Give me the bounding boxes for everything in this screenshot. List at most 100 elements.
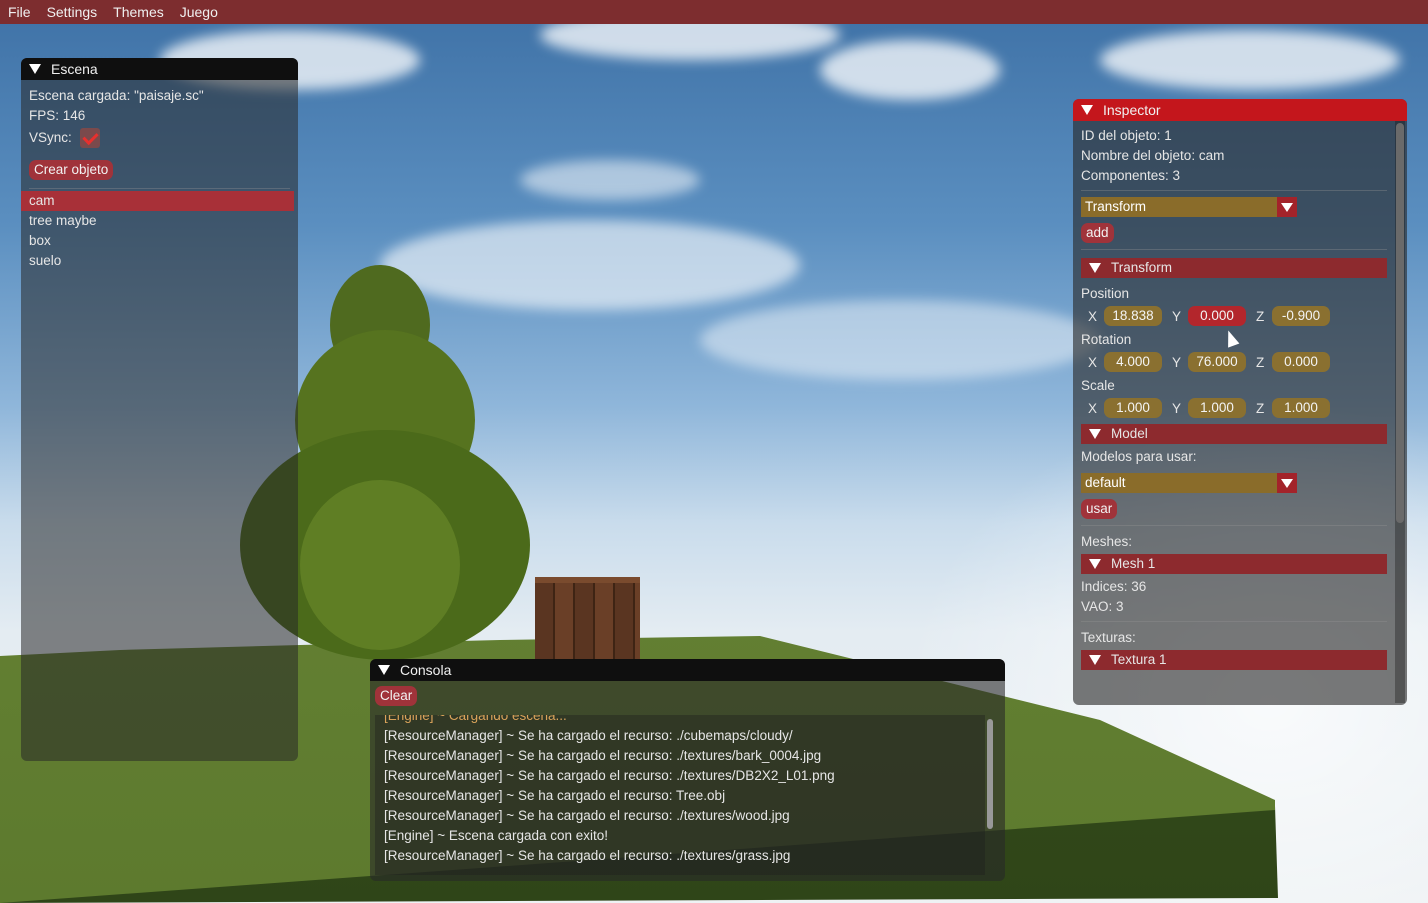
- textures-label: Texturas:: [1081, 630, 1136, 645]
- wood-box: [535, 577, 640, 662]
- object-name-label: Nombre del objeto: cam: [1081, 148, 1225, 163]
- collapse-icon[interactable]: [378, 665, 390, 675]
- transform-header-label: Transform: [1111, 260, 1173, 275]
- log-line: [ResourceManager] ~ Se ha cargado el rec…: [384, 768, 835, 783]
- console-title-bar[interactable]: Consola: [370, 659, 1005, 681]
- separator: [29, 188, 290, 189]
- scale-z-field[interactable]: 1.000: [1272, 398, 1330, 418]
- separator: [1081, 249, 1387, 250]
- scale-vector: X 1.000 Y 1.000 Z 1.000: [1073, 396, 1407, 420]
- log-line: [ResourceManager] ~ Se ha cargado el rec…: [384, 728, 793, 743]
- axis-z-label: Z: [1256, 354, 1265, 370]
- menu-themes[interactable]: Themes: [105, 4, 172, 20]
- axis-x-label: X: [1088, 308, 1098, 324]
- menu-bar: File Settings Themes Juego: [0, 0, 1428, 24]
- collapse-icon: [1089, 559, 1101, 569]
- fps-label: FPS: 146: [29, 108, 86, 123]
- object-id-label: ID del objeto: 1: [1081, 128, 1172, 143]
- model-header[interactable]: Model: [1081, 424, 1387, 444]
- axis-x-label: X: [1088, 400, 1098, 416]
- mesh-header[interactable]: Mesh 1: [1081, 554, 1387, 574]
- position-z-field[interactable]: -0.900: [1272, 306, 1330, 326]
- object-list-item[interactable]: cam: [21, 191, 294, 211]
- model-select-value: default: [1081, 473, 1277, 493]
- models-label: Modelos para usar:: [1081, 449, 1197, 464]
- escena-title-bar[interactable]: Escena: [21, 58, 298, 80]
- model-header-label: Model: [1111, 426, 1148, 441]
- cloud: [380, 220, 800, 310]
- scale-x-field[interactable]: 1.000: [1104, 398, 1162, 418]
- log-line: [Engine] ~ Escena cargada con exito!: [384, 828, 609, 843]
- cloud: [700, 300, 1100, 380]
- add-component-button[interactable]: add: [1081, 223, 1114, 243]
- scrollbar-thumb[interactable]: [1396, 123, 1404, 523]
- position-x-field[interactable]: 18.838: [1104, 306, 1162, 326]
- loaded-scene-label: Escena cargada: "paisaje.sc": [29, 88, 204, 103]
- inspector-title-bar[interactable]: Inspector: [1073, 99, 1407, 121]
- vsync-label: VSync:: [29, 130, 72, 145]
- indices-label: Indices: 36: [1081, 579, 1147, 594]
- model-select[interactable]: default: [1081, 473, 1297, 493]
- axis-y-label: Y: [1172, 308, 1182, 324]
- rotation-vector: X 4.000 Y 76.000 Z 0.000: [1073, 350, 1407, 374]
- vao-label: VAO: 3: [1081, 599, 1124, 614]
- object-list-item[interactable]: box: [21, 231, 298, 251]
- axis-y-label: Y: [1172, 354, 1182, 370]
- log-line: [ResourceManager] ~ Se ha cargado el rec…: [384, 808, 790, 823]
- cloud: [520, 160, 700, 200]
- use-model-button[interactable]: usar: [1081, 499, 1118, 519]
- object-list-item[interactable]: suelo: [21, 251, 298, 271]
- menu-juego[interactable]: Juego: [172, 4, 226, 20]
- inspector-window: Inspector ID del objeto: 1 Nombre del ob…: [1073, 99, 1407, 705]
- scrollbar-thumb[interactable]: [987, 719, 993, 829]
- separator: [1081, 190, 1387, 191]
- separator: [1081, 621, 1387, 622]
- collapse-icon[interactable]: [1081, 105, 1093, 115]
- axis-x-label: X: [1088, 354, 1098, 370]
- position-y-field[interactable]: 0.000: [1188, 306, 1246, 326]
- log-line: [ResourceManager] ~ Se ha cargado el rec…: [384, 748, 822, 763]
- collapse-icon: [1089, 429, 1101, 439]
- tree-foliage: [300, 480, 460, 650]
- transform-header[interactable]: Transform: [1081, 258, 1387, 278]
- meshes-label: Meshes:: [1081, 534, 1133, 549]
- dropdown-arrow-icon[interactable]: [1277, 197, 1297, 217]
- console-window: Consola Clear [Engine] ~ Cargando escena…: [370, 659, 1005, 881]
- position-vector: X 18.838 Y 0.000 Z -0.900: [1073, 304, 1407, 328]
- texture-header[interactable]: Textura 1: [1081, 650, 1387, 670]
- position-label: Position: [1081, 286, 1130, 301]
- log-line: [ResourceManager] ~ Se ha cargado el rec…: [384, 788, 726, 803]
- rotation-y-field[interactable]: 76.000: [1188, 352, 1246, 372]
- axis-z-label: Z: [1256, 308, 1265, 324]
- dropdown-arrow-icon[interactable]: [1277, 473, 1297, 493]
- rotation-label: Rotation: [1081, 332, 1132, 347]
- scale-label: Scale: [1081, 378, 1115, 393]
- inspector-title: Inspector: [1103, 102, 1161, 118]
- collapse-icon: [1089, 263, 1101, 273]
- escena-window: Escena Escena cargada: "paisaje.sc" FPS:…: [21, 58, 298, 761]
- texture-header-label: Textura 1: [1111, 652, 1167, 667]
- vsync-checkbox[interactable]: [79, 128, 100, 149]
- menu-settings[interactable]: Settings: [39, 4, 106, 20]
- scale-y-field[interactable]: 1.000: [1188, 398, 1246, 418]
- collapse-icon[interactable]: [29, 64, 41, 74]
- object-list-item[interactable]: tree maybe: [21, 211, 298, 231]
- collapse-icon: [1089, 655, 1101, 665]
- log-line: [ResourceManager] ~ Se ha cargado el rec…: [384, 848, 791, 863]
- menu-file[interactable]: File: [0, 4, 39, 20]
- clear-button[interactable]: Clear: [375, 686, 418, 706]
- components-count-label: Componentes: 3: [1081, 168, 1181, 183]
- axis-z-label: Z: [1256, 400, 1265, 416]
- cloud: [1100, 30, 1400, 90]
- console-title: Consola: [400, 662, 452, 678]
- escena-title: Escena: [51, 61, 98, 77]
- cloud: [820, 40, 1000, 100]
- mesh-header-label: Mesh 1: [1111, 556, 1156, 571]
- console-log[interactable]: [Engine] ~ Cargando escena... [ResourceM…: [375, 715, 985, 875]
- create-object-button[interactable]: Crear objeto: [29, 160, 114, 180]
- rotation-x-field[interactable]: 4.000: [1104, 352, 1162, 372]
- axis-y-label: Y: [1172, 400, 1182, 416]
- component-select-value: Transform: [1081, 197, 1277, 217]
- component-select[interactable]: Transform: [1081, 197, 1297, 217]
- rotation-z-field[interactable]: 0.000: [1272, 352, 1330, 372]
